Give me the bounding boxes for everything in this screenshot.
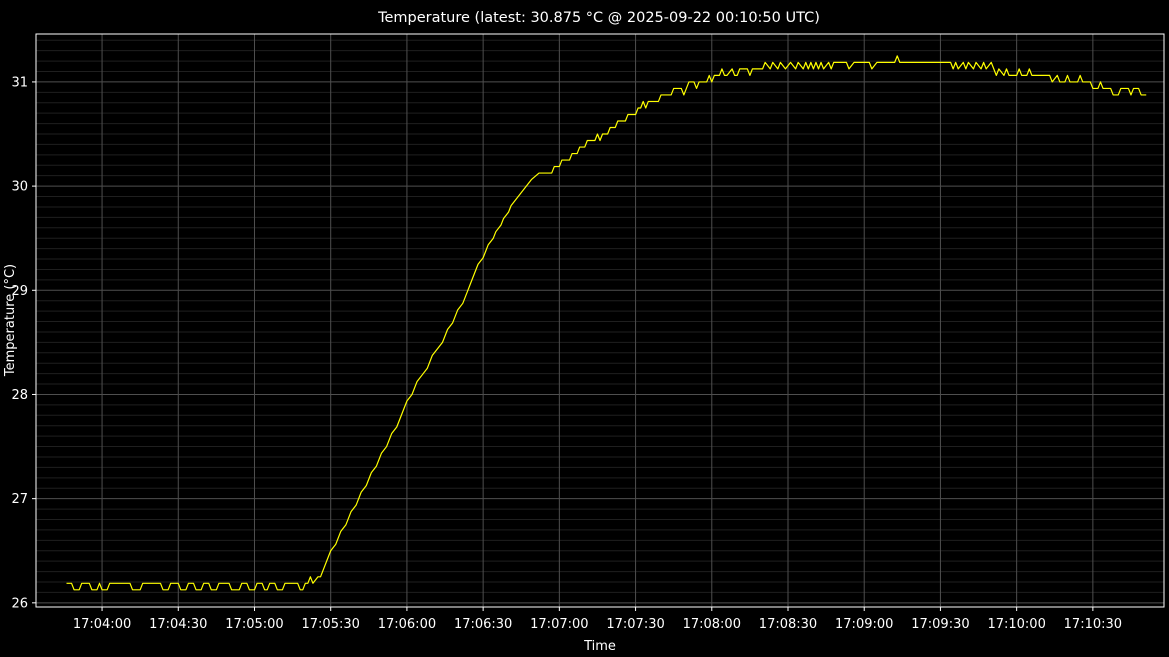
x-tick-label: 17:05:30 [302, 617, 360, 632]
x-tick-label: 17:10:00 [987, 617, 1045, 632]
y-tick-label: 26 [11, 596, 28, 611]
x-tick-label: 17:08:30 [759, 617, 817, 632]
x-tick-label: 17:10:30 [1064, 617, 1122, 632]
chart-title: Temperature (latest: 30.875 °C @ 2025-09… [377, 10, 820, 26]
chart-canvas: 26272829303117:04:0017:04:3017:05:0017:0… [0, 0, 1169, 657]
x-tick-label: 17:05:00 [225, 617, 283, 632]
x-tick-label: 17:06:30 [454, 617, 512, 632]
y-tick-label: 31 [11, 75, 28, 90]
x-tick-label: 17:09:00 [835, 617, 893, 632]
x-tick-label: 17:07:00 [530, 617, 588, 632]
y-tick-label: 27 [11, 492, 28, 507]
temperature-chart: 26272829303117:04:0017:04:3017:05:0017:0… [0, 0, 1169, 657]
y-axis-label: Temperature (°C) [3, 264, 18, 377]
x-tick-label: 17:08:00 [683, 617, 741, 632]
x-tick-label: 17:04:00 [73, 617, 131, 632]
x-tick-label: 17:04:30 [149, 617, 207, 632]
x-tick-label: 17:07:30 [606, 617, 664, 632]
x-axis-label: Time [583, 639, 616, 654]
x-tick-label: 17:09:30 [911, 617, 969, 632]
y-tick-label: 30 [11, 180, 28, 195]
chart-background [0, 0, 1169, 657]
x-tick-label: 17:06:00 [378, 617, 436, 632]
y-tick-label: 28 [11, 388, 28, 403]
